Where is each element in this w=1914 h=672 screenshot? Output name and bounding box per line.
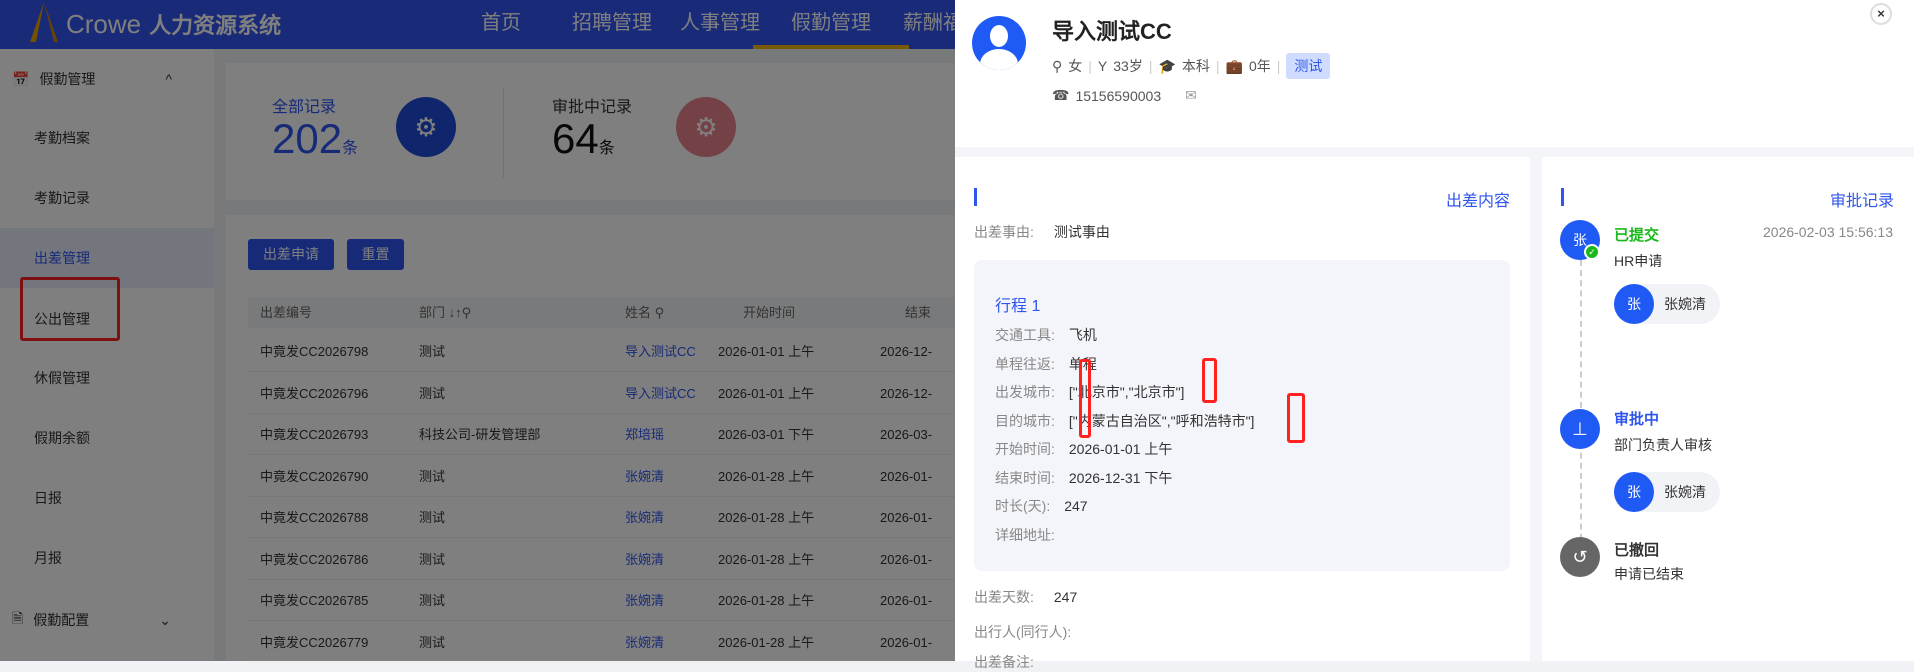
contact-row: ☎ 15156590003 ✉ [1052, 87, 1197, 104]
step-status: 审批中 [1614, 411, 1660, 428]
avatar-icon [972, 16, 1026, 70]
itinerary-field: 时长(天): 247 [995, 496, 1088, 516]
highlight-box [1287, 393, 1305, 443]
companions-label: 出行人(同行人): [974, 624, 1072, 640]
field-label: 出发城市: [995, 384, 1055, 400]
mail-icon[interactable]: ✉ [1185, 87, 1197, 104]
gender-icon: ⚲ [1052, 57, 1063, 74]
profile-tag: 测试 [1286, 53, 1331, 79]
reason-label: 出差事由: [974, 224, 1034, 240]
highlight-box [1079, 359, 1091, 438]
age: 33岁 [1113, 58, 1143, 74]
close-button[interactable]: × [1870, 3, 1892, 25]
approver-chip: 张张婉清 [1614, 284, 1720, 324]
field-label: 交通工具: [995, 327, 1055, 343]
phone: 15156590003 [1075, 87, 1162, 104]
step-desc: HR申请 [1614, 253, 1663, 269]
stamp-icon: ⊥ [1560, 409, 1600, 449]
field-value: ["内蒙古自治区","呼和浩特市"] [1068, 412, 1255, 429]
phone-icon: ☎ [1052, 87, 1070, 103]
field-value: 247 [1064, 498, 1088, 514]
step-status: 已提交 [1614, 227, 1660, 244]
education: 本科 [1181, 58, 1210, 74]
approval-section-title: 审批记录 [1829, 193, 1894, 210]
trip-content-card: 出差内容 出差事由: 测试事由 行程 1 交通工具: 飞机 单程往返: 单程 出发城市:[… [955, 157, 1530, 670]
field-value: 2026-01-01 上午 [1068, 441, 1173, 457]
step-time: 2026-02-03 15:56:13 [1763, 224, 1893, 240]
remark-label: 出差备注: [974, 654, 1034, 670]
approver-chip: 张张婉清 [1614, 472, 1720, 512]
approval-card: 审批记录 张 ✓ 已提交 2026-02-03 15:56:13 HR申请 张张… [1542, 157, 1914, 661]
reason-value: 测试事由 [1053, 224, 1110, 240]
field-label: 详细地址: [995, 526, 1055, 543]
field-label: 开始时间: [995, 441, 1055, 457]
highlight-box [1202, 358, 1217, 403]
education-icon: 🎓 [1158, 57, 1176, 74]
step-desc: 申请已结束 [1614, 566, 1684, 582]
days-value: 247 [1053, 589, 1078, 605]
step-status: 已撤回 [1614, 542, 1660, 559]
itinerary-field: 交通工具: 飞机 [995, 325, 1097, 345]
step-desc: 部门负责人审核 [1614, 437, 1712, 453]
section-bar [974, 188, 977, 206]
check-icon: ✓ [1584, 244, 1600, 260]
modal-mask[interactable] [0, 0, 955, 661]
profile-info-row: ⚲ 女 | Y 33岁 | 🎓 本科 | 💼 0年 | 测试 [1052, 53, 1331, 79]
itinerary-field: 目的城市: ["内蒙古自治区","呼和浩特市"] [995, 411, 1254, 431]
field-value: 2026-12-31 下午 [1068, 469, 1173, 486]
section-bar [1561, 188, 1564, 206]
profile-header: 导入测试CC ⚲ 女 | Y 33岁 | 🎓 本科 | 💼 0年 | 测试 ☎ 151565900… [955, 0, 1914, 147]
gender: 女 [1068, 58, 1083, 74]
work-years: 0年 [1248, 58, 1271, 74]
itinerary-title: 行程 1 [995, 298, 1041, 315]
days-label: 出差天数: [974, 589, 1034, 605]
field-label: 单程往返: [995, 355, 1055, 372]
briefcase-icon: 💼 [1225, 57, 1243, 74]
field-label: 时长(天): [995, 498, 1051, 514]
itinerary-box: 行程 1 交通工具: 飞机 单程往返: 单程 出发城市: ["北京市","北京市"] 目的城… [974, 260, 1510, 571]
field-label: 目的城市: [995, 412, 1055, 429]
profile-name: 导入测试CC [1052, 19, 1172, 44]
itinerary-field: 详细地址: [995, 525, 1069, 545]
undo-icon: ↺ [1560, 537, 1600, 577]
trip-section-title: 出差内容 [1445, 193, 1510, 210]
field-value: 飞机 [1068, 327, 1097, 343]
age-icon: Y [1097, 58, 1108, 74]
itinerary-field: 结束时间: 2026-12-31 下午 [995, 468, 1172, 488]
itinerary-field: 开始时间: 2026-01-01 上午 [995, 439, 1172, 459]
field-label: 结束时间: [995, 469, 1055, 486]
